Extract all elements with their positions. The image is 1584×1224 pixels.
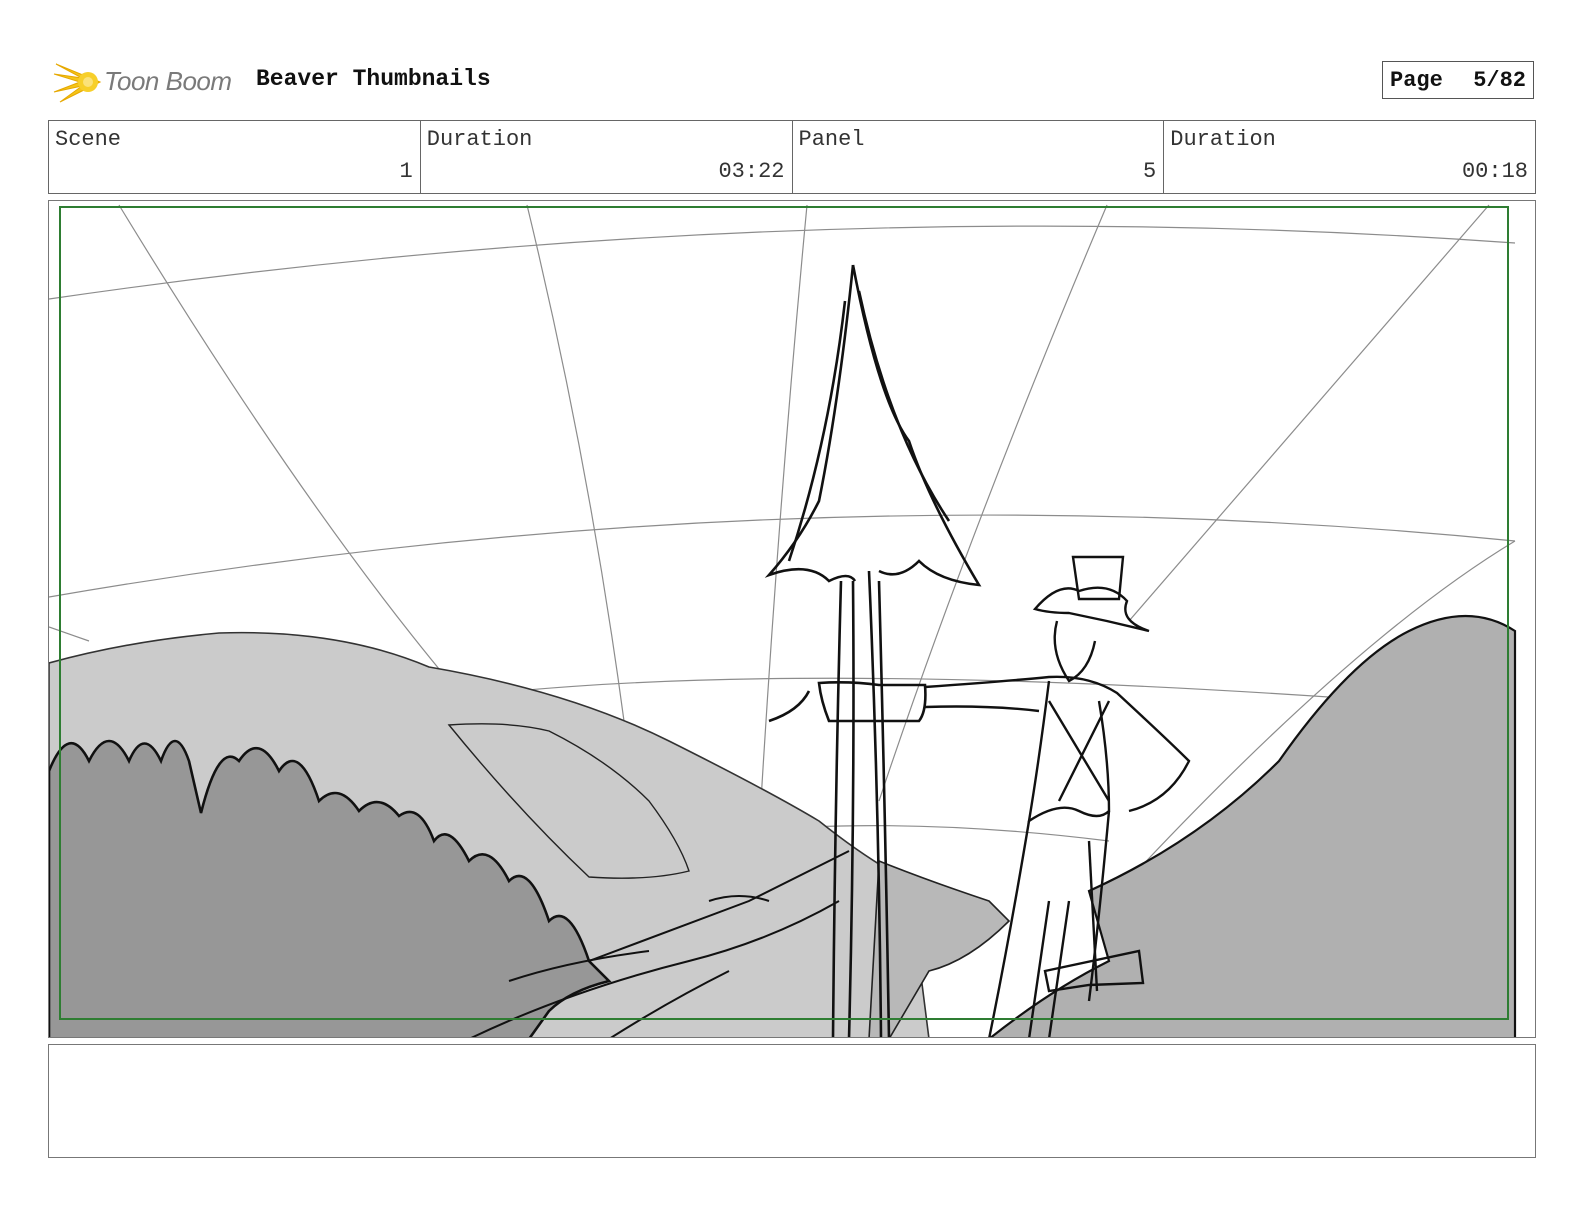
scene-duration-label: Duration [426,127,533,152]
panel-cell: Panel 5 [793,121,1165,193]
project-title: Beaver Thumbnails [256,66,491,92]
panel-value: 5 [1143,159,1157,184]
scene-label: Scene [55,127,122,152]
panel-duration-value: 00:18 [1461,159,1528,184]
panel-duration-label: Duration [1170,127,1276,152]
hill-mid-center [868,859,1011,1037]
scene-value: 1 [399,159,413,184]
page-label: Page [1390,67,1443,93]
logo-text: Toon Boom [104,66,232,96]
page-value: 5/82 [1473,67,1526,93]
panel-duration-cell: Duration 00:18 [1164,121,1535,193]
scene-duration-value: 03:22 [718,159,785,184]
panel-notes [48,1044,1536,1158]
panel-label: Panel [798,127,865,152]
storyboard-panel [48,200,1536,1038]
sunburst-icon [53,63,102,103]
panel-info-bar: Scene 1 Duration 03:22 Panel 5 Duration … [48,120,1536,194]
toon-boom-logo: Toon Boom [52,54,242,108]
page-indicator: Page 5/82 [1382,61,1534,99]
panel-sketch [49,204,1517,1037]
scene-duration-cell: Duration 03:22 [421,121,793,193]
scene-cell: Scene 1 [49,121,421,193]
